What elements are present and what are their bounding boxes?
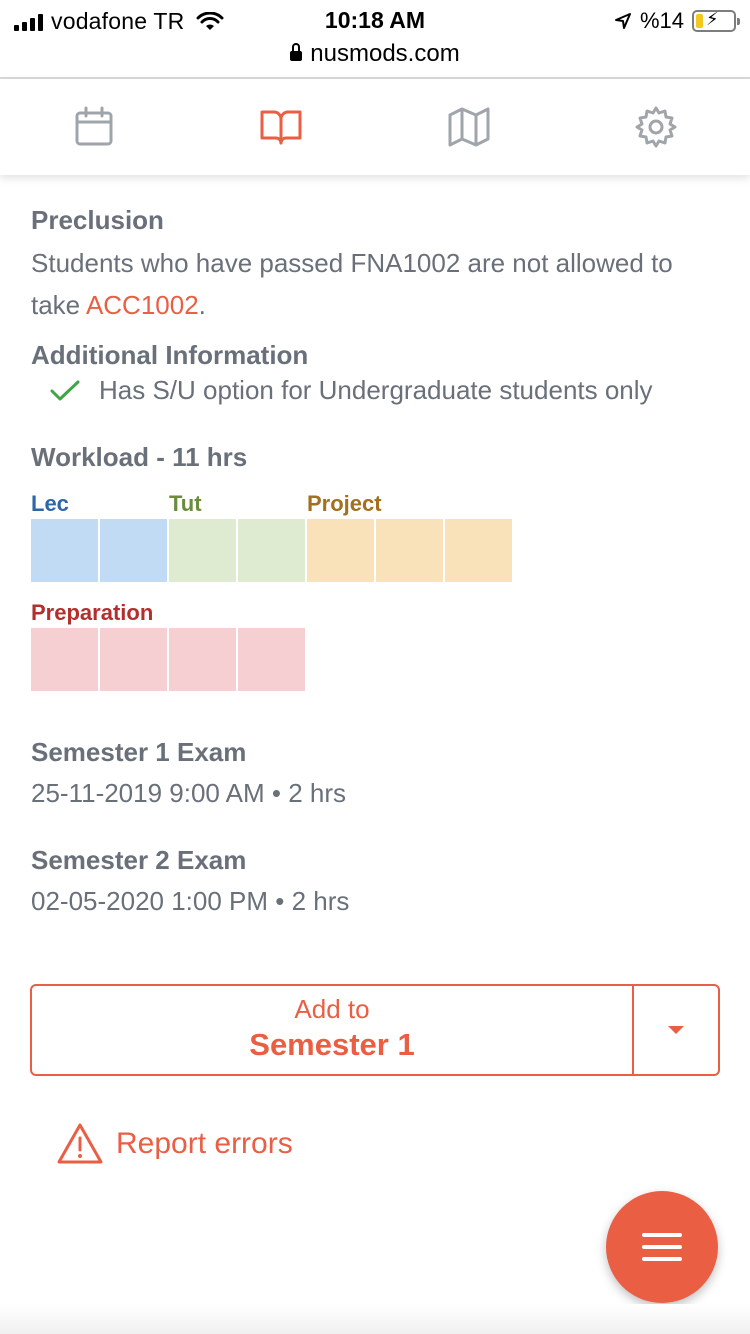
workload-label-project: Project: [307, 491, 382, 516]
book-icon: [260, 110, 302, 145]
report-errors-label: Report errors: [116, 1127, 293, 1160]
map-icon: [448, 107, 490, 147]
workload-cell-preparation: [31, 628, 98, 691]
nav-modules[interactable]: [188, 79, 376, 175]
workload-row-2: [31, 628, 721, 691]
charging-bolt-icon: ⚡: [706, 9, 719, 29]
battery-percent: %14: [639, 8, 684, 33]
nav-settings[interactable]: [563, 79, 750, 175]
check-icon: [50, 380, 80, 400]
exam-1-detail: 25-11-2019 9:00 AM • 2 hrs: [31, 778, 347, 808]
warning-icon: [57, 1123, 103, 1164]
location-arrow-icon: [614, 13, 631, 29]
semester-label: Semester 1: [249, 1027, 415, 1062]
workload-cell-lec: [31, 519, 98, 582]
menu-fab-button[interactable]: [606, 1191, 718, 1303]
add-to-label: Add to: [294, 994, 370, 1024]
workload-cell-preparation: [100, 628, 167, 691]
workload-row-1: [31, 519, 721, 582]
workload-cell-tut: [169, 519, 236, 582]
nav-timetable[interactable]: [0, 79, 188, 175]
battery-level: [696, 14, 703, 28]
lock-icon: [290, 43, 303, 61]
status-bar: vodafone TR 10:18 AM %14 ⚡: [0, 0, 750, 40]
top-navbar: [0, 79, 750, 175]
url-bar[interactable]: nusmods.com: [0, 40, 750, 68]
workload-cell-preparation: [169, 628, 236, 691]
workload-label-lec: Lec: [31, 491, 69, 516]
workload-labels: Lec Tut Project: [31, 485, 721, 519]
caret-down-icon: [668, 1026, 684, 1034]
workload-cell-project: [307, 519, 374, 582]
workload-cell-tut: [238, 519, 305, 582]
module-link-acc1002[interactable]: ACC1002: [86, 290, 199, 320]
workload-title: Workload - 11 hrs: [31, 442, 248, 472]
workload-cell-project: [445, 519, 512, 582]
report-errors-link[interactable]: Report errors: [56, 1122, 293, 1166]
preclusion-text-after: .: [198, 290, 206, 320]
workload-label-tut: Tut: [169, 491, 202, 516]
exam-2-title: Semester 2 Exam: [31, 845, 247, 875]
exam-1-title: Semester 1 Exam: [31, 737, 247, 767]
su-option-item: Has S/U option for Undergraduate student…: [31, 375, 721, 406]
additional-info-heading: Additional Information: [31, 340, 309, 370]
preclusion-heading: Preclusion: [31, 205, 164, 235]
url-text: nusmods.com: [310, 40, 460, 67]
menu-bar: [642, 1233, 682, 1237]
bottom-fade: [0, 1304, 750, 1334]
semester-dropdown-toggle[interactable]: [632, 986, 718, 1074]
status-right: %14 ⚡: [614, 8, 740, 34]
preclusion-text: Students who have passed FNA1002 are not…: [31, 242, 721, 326]
calendar-icon: [75, 106, 113, 146]
menu-bar: [642, 1257, 682, 1261]
su-option-text: Has S/U option for Undergraduate student…: [99, 375, 653, 405]
nav-venues[interactable]: [375, 79, 563, 175]
menu-bar: [642, 1245, 682, 1249]
battery-icon: ⚡: [692, 9, 740, 32]
workload-cell-project: [376, 519, 443, 582]
workload-labels-2: Preparation: [31, 594, 721, 628]
exam-2-detail: 02-05-2020 1:00 PM • 2 hrs: [31, 886, 350, 916]
workload-cell-preparation: [238, 628, 305, 691]
add-to-semester-button-group: Add to Semester 1: [30, 984, 720, 1076]
module-details: Preclusion Students who have passed FNA1…: [31, 205, 721, 917]
workload-label-preparation: Preparation: [31, 600, 154, 625]
gear-icon: [635, 106, 677, 148]
workload-cell-lec: [100, 519, 167, 582]
add-to-semester-button[interactable]: Add to Semester 1: [32, 986, 632, 1074]
